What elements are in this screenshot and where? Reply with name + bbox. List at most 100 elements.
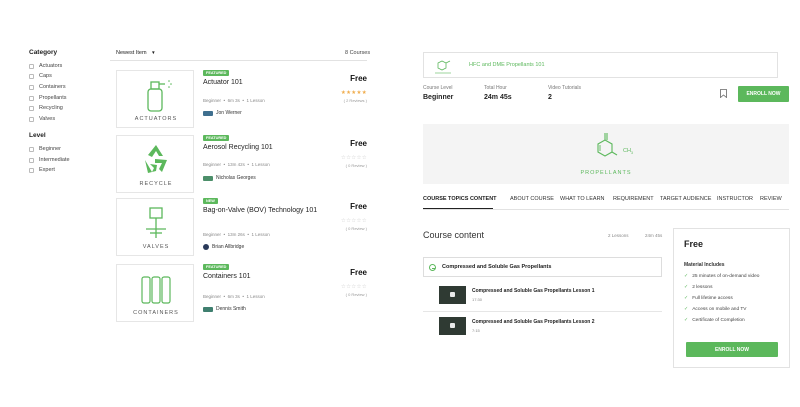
tab-review[interactable]: REVIEW	[760, 196, 782, 202]
tab-what-to-learn[interactable]: WHAT TO LEARN	[560, 196, 605, 202]
filter-label: Propellants	[39, 95, 67, 101]
course-lessons: 1 Lesson	[251, 232, 270, 237]
stat-label-videos: Video Tutorials	[548, 85, 581, 91]
category-filter-title: Category	[29, 49, 58, 56]
filter-recycling[interactable]: Recycling	[29, 105, 63, 111]
tab-requirement[interactable]: REQUIREMENT	[613, 196, 654, 202]
filter-label: Valves	[39, 116, 56, 122]
course-level: Beginner	[203, 162, 222, 167]
course-thumbnail[interactable]: VALVES	[116, 198, 194, 256]
course-title[interactable]: Aerosol Recycling 101	[203, 143, 318, 152]
filter-label: Actuators	[39, 63, 63, 69]
rating-stars-icon: ★★★★★	[340, 90, 367, 96]
author-name: Dennis Smith	[216, 306, 246, 312]
checkbox[interactable]	[29, 167, 34, 173]
tab-target-audience[interactable]: TARGET AUDIENCE	[660, 196, 711, 202]
stat-value-hours: 24m 45s	[484, 94, 512, 101]
checkbox[interactable]	[29, 116, 34, 122]
review-count: ( 0 Review )	[345, 226, 367, 231]
course-header-card[interactable]: HFC and DME Propellants 101	[423, 52, 778, 78]
course-banner: CH3 PROPELLANTS	[423, 124, 789, 184]
video-thumbnail-icon[interactable]	[439, 317, 466, 335]
course-meta: Beginner • 13m 42s • 1 Lesson	[203, 162, 270, 167]
checkbox[interactable]	[29, 73, 34, 79]
check-icon: ✓	[684, 284, 689, 290]
lesson-title[interactable]: Compressed and Soluble Gas Propellants L…	[472, 288, 595, 294]
new-badge: NEW	[203, 198, 218, 204]
rating-stars-icon: ☆☆☆☆☆	[340, 284, 367, 290]
checkbox[interactable]	[29, 84, 34, 90]
divider	[423, 209, 789, 210]
filter-intermediate[interactable]: Intermediate	[29, 157, 70, 163]
collapse-icon[interactable]	[429, 264, 436, 271]
course-meta: Beginner • 13m 26s • 1 Lesson	[203, 232, 270, 237]
course-author[interactable]: Jon Werner	[203, 110, 242, 116]
course-card[interactable]: ACTUATORS FEATURED Actuator 101 Beginner…	[116, 70, 367, 128]
course-tabs: COURSE TOPICS CONTENT ABOUT COURSE WHAT …	[423, 196, 793, 210]
course-thumbnail[interactable]: RECYCLE	[116, 135, 194, 193]
course-card[interactable]: RECYCLE FEATURED Aerosol Recycling 101 B…	[116, 135, 367, 193]
filter-expert[interactable]: Expert	[29, 167, 55, 173]
caret-down-icon: ▼	[151, 50, 156, 55]
course-thumbnail[interactable]: ACTUATORS	[116, 70, 194, 128]
checkbox[interactable]	[29, 95, 34, 101]
lesson-row[interactable]: Compressed and Soluble Gas Propellants L…	[423, 312, 662, 342]
checkbox[interactable]	[29, 146, 34, 152]
enroll-now-button-sidebar[interactable]: ENROLL NOW	[686, 342, 778, 357]
spray-can-icon	[147, 80, 172, 112]
filter-beginner[interactable]: Beginner	[29, 146, 61, 152]
include-item: ✓ Full lifetime access	[684, 295, 733, 301]
author-name: Jon Werner	[216, 110, 242, 116]
molecule-icon	[597, 133, 618, 157]
lesson-title[interactable]: Compressed and Soluble Gas Propellants L…	[472, 319, 595, 325]
course-level: Beginner	[203, 98, 222, 103]
bookmark-icon[interactable]	[720, 89, 727, 98]
level-filter-title: Level	[29, 132, 46, 139]
author-logo-icon	[203, 110, 213, 116]
filter-propellants[interactable]: Propellants	[29, 95, 67, 101]
course-card[interactable]: VALVES NEW Bag-on-Valve (BOV) Technology…	[116, 198, 367, 256]
tab-instructor[interactable]: INSTRUCTOR	[717, 196, 753, 202]
course-level: Beginner	[203, 232, 222, 237]
course-card[interactable]: CONTAINERS FEATURED Containers 101 Begin…	[116, 264, 367, 322]
course-author[interactable]: Nicholas Georges	[203, 175, 256, 181]
lesson-row[interactable]: Compressed and Soluble Gas Propellants L…	[423, 281, 662, 311]
sort-dropdown[interactable]: Newest Item ▼	[116, 50, 156, 56]
course-header-title[interactable]: HFC and DME Propellants 101	[469, 62, 545, 68]
filter-actuators[interactable]: Actuators	[29, 63, 62, 69]
tab-about-course[interactable]: ABOUT COURSE	[510, 196, 554, 202]
include-item: ✓ Certificate of Completion	[684, 317, 745, 323]
featured-badge: FEATURED	[203, 70, 230, 76]
course-thumbnail[interactable]: CONTAINERS	[116, 264, 194, 322]
checkbox[interactable]	[29, 63, 34, 69]
sort-label: Newest Item	[116, 50, 147, 56]
tab-course-topics[interactable]: COURSE TOPICS CONTENT	[423, 196, 497, 202]
review-count: ( 0 Review )	[345, 292, 367, 297]
stat-label-hours: Total Hour	[484, 85, 507, 91]
course-content-title: Course content	[423, 230, 485, 240]
course-author[interactable]: Dennis Smith	[203, 306, 246, 312]
course-detail-panel: HFC and DME Propellants 101 Course Level…	[410, 0, 800, 407]
course-lessons: 1 Lesson	[246, 294, 265, 299]
course-author[interactable]: Brian Allbridge	[203, 244, 244, 250]
checkbox[interactable]	[29, 157, 34, 163]
enroll-now-button[interactable]: ENROLL NOW	[738, 86, 789, 102]
filter-containers[interactable]: Containers	[29, 84, 66, 90]
checkbox[interactable]	[29, 105, 34, 111]
stat-value-videos: 2	[548, 94, 552, 101]
course-title[interactable]: Actuator 101	[203, 78, 318, 87]
thumbnail-label: ACTUATORS	[134, 116, 178, 122]
check-icon: ✓	[684, 317, 689, 323]
filter-label: Beginner	[39, 146, 62, 152]
containers-icon	[141, 276, 171, 304]
filter-caps[interactable]: Caps	[29, 73, 52, 79]
section-header[interactable]: Compressed and Soluble Gas Propellants	[423, 257, 662, 277]
author-logo-icon	[203, 175, 213, 181]
divider	[110, 60, 367, 61]
course-price: Free	[350, 202, 367, 211]
featured-badge: FEATURED	[203, 135, 230, 141]
course-title[interactable]: Containers 101	[203, 272, 318, 281]
course-title[interactable]: Bag-on-Valve (BOV) Technology 101	[203, 206, 318, 215]
video-thumbnail-icon[interactable]	[439, 286, 466, 304]
filter-valves[interactable]: Valves	[29, 116, 55, 122]
